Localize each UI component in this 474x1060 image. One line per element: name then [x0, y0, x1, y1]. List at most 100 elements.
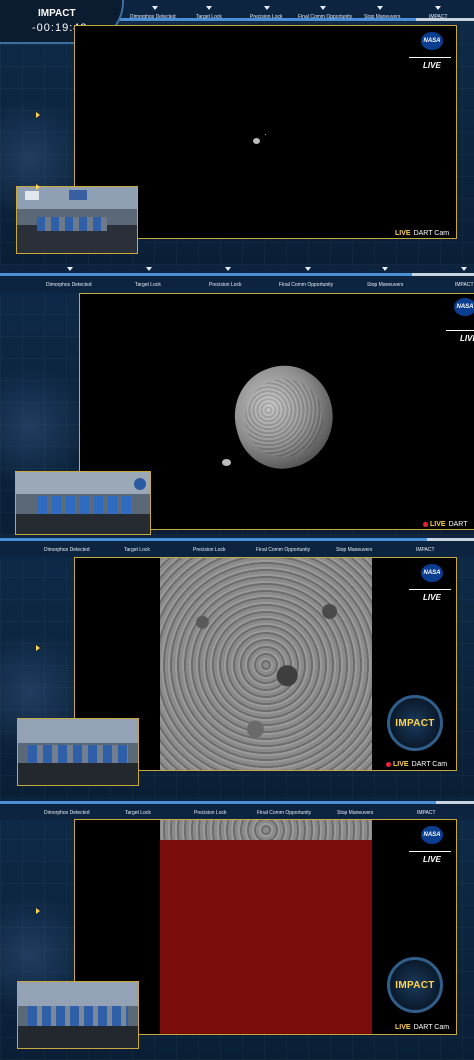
milestone-marker [382, 267, 388, 271]
star-speck [265, 134, 266, 135]
milestone-marker [225, 267, 231, 271]
milestone-dimorphos-detected: Dimorphos Detected [130, 14, 176, 20]
mission-control-inset [15, 471, 151, 535]
camera-live-tag: LIVE [395, 230, 411, 237]
milestone-marker [67, 267, 73, 271]
milestone-marker [435, 6, 441, 10]
live-indicator: LIVE [409, 589, 451, 602]
milestone-stop-maneuvers: Stop Maneuvers [336, 547, 373, 553]
milestone-dimorphos-detected: Dimorphos Detected [44, 810, 90, 816]
milestone-dimorphos-detected: Dimorphos Detected [44, 547, 90, 553]
chevron-icon [36, 112, 40, 118]
control-room-consoles [18, 763, 138, 785]
milestone-final-comm: Final Comm Opportunity [256, 547, 311, 553]
team-members [37, 217, 107, 231]
control-room-wall [16, 472, 150, 494]
milestone-bar: Dimorphos Detected Target Lock Precision… [0, 265, 474, 293]
milestone-marker [146, 267, 152, 271]
milestone-precision-lock: Precision Lock [194, 810, 227, 816]
team-members [28, 745, 128, 763]
camera-name: DART Cam [413, 230, 450, 237]
team-members [28, 1006, 128, 1026]
milestone-impact: IMPACT [417, 810, 436, 816]
asteroid-texture [245, 379, 323, 457]
control-room-screen [134, 478, 146, 490]
asteroid-surface-closeup [160, 558, 372, 770]
chevron-icon [36, 645, 40, 651]
live-indicator: LIVE [409, 851, 451, 864]
camera-live-tag: LIVE [430, 521, 446, 528]
progress-fill [0, 801, 437, 804]
milestone-precision-lock: Precision Lock [193, 547, 226, 553]
progress-track [0, 538, 474, 541]
control-room-consoles [16, 514, 150, 534]
mission-control-inset [16, 186, 138, 254]
milestone-dimorphos-detected: Dimorphos Detected [46, 282, 92, 288]
progress-fill [0, 538, 427, 541]
camera-label: LIVE DART Cam [386, 761, 447, 768]
camera-name: DART [448, 521, 468, 528]
camera-label: LIVE DART Cam [395, 230, 449, 237]
milestone-precision-lock: Precision Lock [250, 14, 283, 20]
chevron-icon [36, 184, 40, 190]
milestone-stop-maneuvers: Stop Maneuvers [337, 810, 374, 816]
milestone-marker [377, 6, 383, 10]
live-indicator: LIVE [409, 57, 451, 70]
progress-track [0, 801, 474, 804]
camera-name: DART Cam [413, 1024, 450, 1031]
broadcast-frame-3: Dimorphos Detected Target Lock Precision… [0, 535, 474, 798]
team-members [38, 496, 132, 514]
asteroid-surface-strip [160, 820, 372, 840]
asteroid-speck [253, 138, 260, 144]
milestone-marker [320, 6, 326, 10]
control-room-screen [69, 190, 87, 200]
camera-live-tag: LIVE [393, 761, 409, 768]
clock-title: IMPACT [38, 8, 76, 19]
control-room-screen [25, 191, 39, 200]
live-dot-icon [423, 521, 428, 527]
nasa-logo: NASA [421, 826, 443, 844]
live-indicator: LIVE [446, 330, 474, 343]
milestone-bar: Dimorphos Detected Target Lock Precision… [0, 535, 474, 557]
control-room-consoles [18, 1026, 138, 1048]
milestone-target-lock: Target Lock [135, 282, 161, 288]
milestone-marker [264, 6, 270, 10]
mission-control-inset [17, 981, 139, 1049]
signal-loss-frame [160, 840, 372, 1034]
control-room-wall [18, 719, 138, 743]
nasa-logo: NASA [421, 32, 443, 50]
progress-fill [0, 273, 413, 276]
broadcast-frame-2: Dimorphos Detected Target Lock Precision… [0, 265, 474, 535]
milestone-impact: IMPACT [416, 547, 435, 553]
broadcast-frame-4: Dimorphos Detected Target Lock Precision… [0, 798, 474, 1060]
milestone-precision-lock: Precision Lock [209, 282, 242, 288]
milestone-target-lock: Target Lock [196, 14, 222, 20]
milestone-target-lock: Target Lock [124, 547, 150, 553]
milestone-stop-maneuvers: Stop Maneuvers [364, 14, 401, 20]
milestone-marker [461, 267, 467, 271]
broadcast-frame-1: Dimorphos Detected Target Lock Precision… [0, 0, 474, 265]
milestone-final-comm: Final Comm Opportunity [257, 810, 312, 816]
chevron-icon [36, 908, 40, 914]
camera-live-tag: LIVE [395, 1024, 411, 1031]
live-dot-icon [386, 761, 391, 767]
milestone-final-comm: Final Comm Opportunity [298, 14, 353, 20]
milestone-final-comm: Final Comm Opportunity [279, 282, 334, 288]
milestone-marker [152, 6, 158, 10]
milestone-marker [305, 267, 311, 271]
impact-badge: IMPACT [387, 957, 443, 1013]
milestone-marker [206, 6, 212, 10]
mission-control-inset [17, 718, 139, 786]
impact-badge: IMPACT [387, 695, 443, 751]
milestone-impact: IMPACT [429, 14, 448, 20]
milestone-stop-maneuvers: Stop Maneuvers [367, 282, 404, 288]
milestone-target-lock: Target Lock [125, 810, 151, 816]
nasa-logo: NASA [454, 298, 474, 316]
progress-track [0, 273, 474, 276]
nasa-logo: NASA [421, 564, 443, 582]
milestone-impact: IMPACT [455, 282, 474, 288]
control-room-wall [18, 982, 138, 1006]
camera-name: DART Cam [411, 761, 448, 768]
camera-label: LIVE DART [423, 521, 468, 528]
milestone-bar: Dimorphos Detected Target Lock Precision… [0, 798, 474, 820]
